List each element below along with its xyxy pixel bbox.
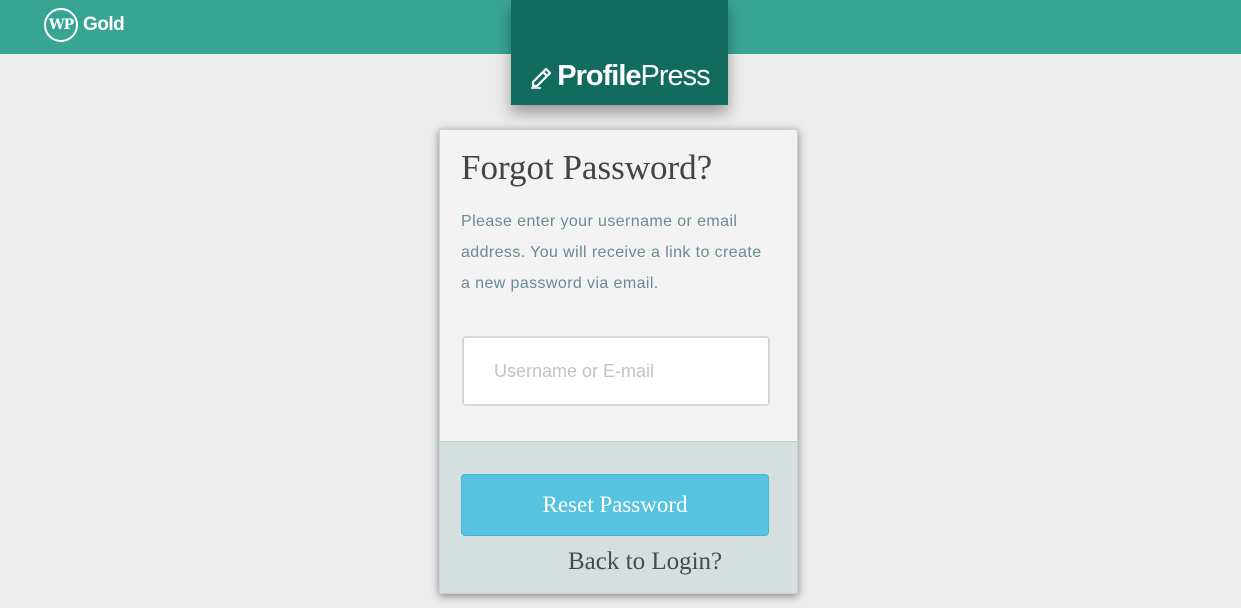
wp-gold-logo[interactable]: WP Gold <box>44 8 125 42</box>
page-title: Forgot Password? <box>461 148 713 187</box>
form-footer: Reset Password Back to Login? <box>440 441 797 593</box>
profilepress-wordmark: ProfilePress <box>557 60 711 93</box>
reset-password-button[interactable]: Reset Password <box>461 474 769 536</box>
profilepress-brand-tab: ProfilePress <box>511 0 728 105</box>
pen-icon <box>531 67 552 89</box>
wp-gold-label: Gold <box>83 14 125 35</box>
back-to-login-link[interactable]: Back to Login? <box>568 548 722 576</box>
forgot-password-card: Forgot Password? Please enter your usern… <box>439 129 798 594</box>
brand-name-bold: Profile <box>557 60 641 92</box>
wp-logo-icon: WP <box>44 8 78 42</box>
brand-name-light: Press <box>640 60 711 92</box>
form-description: Please enter your username or email addr… <box>461 213 762 292</box>
username-email-input[interactable] <box>462 336 770 406</box>
profilepress-logo: ProfilePress <box>529 60 711 93</box>
